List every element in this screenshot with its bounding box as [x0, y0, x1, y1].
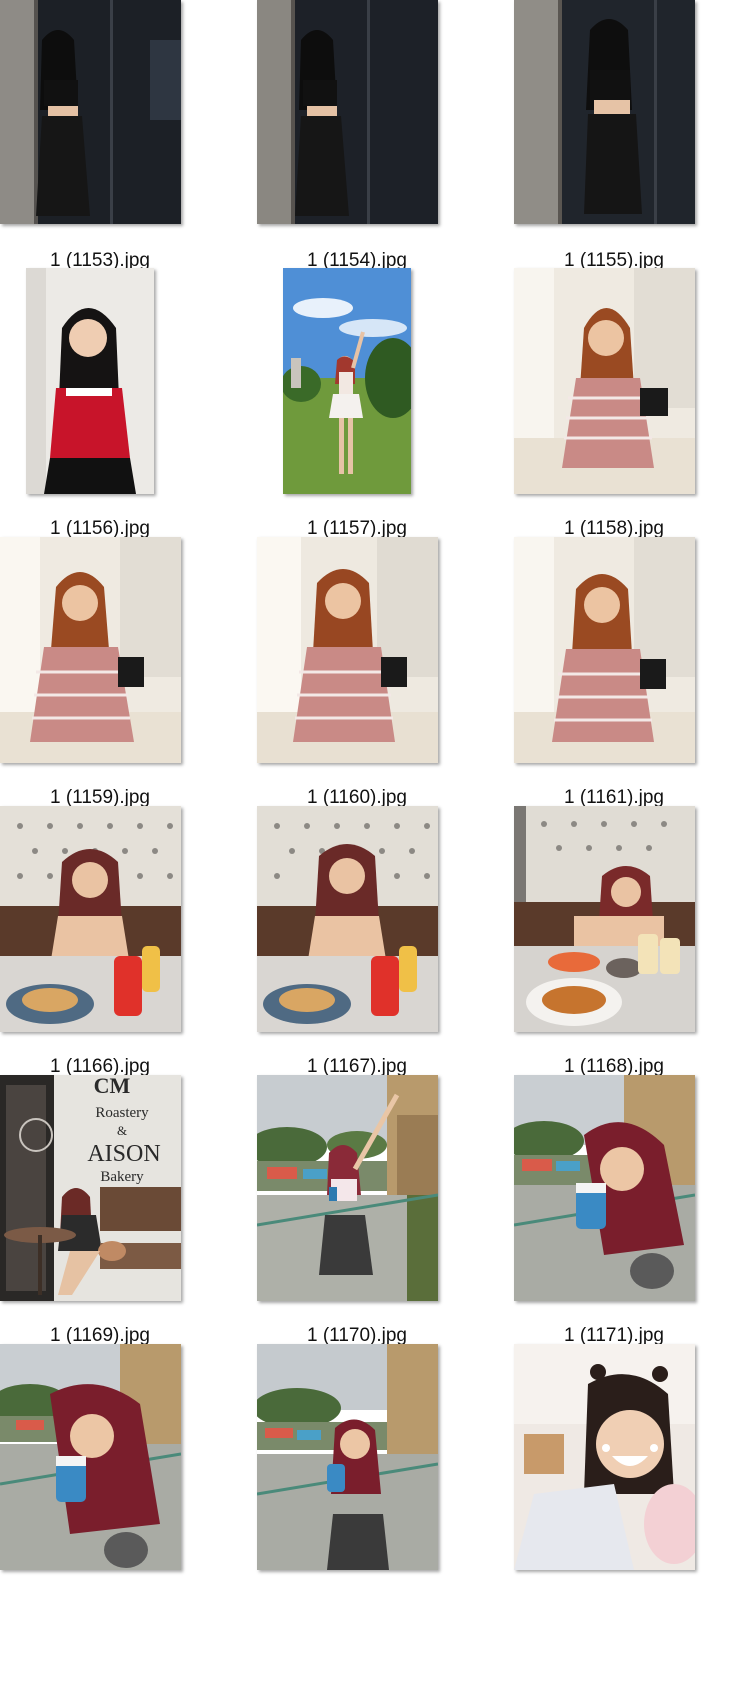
- image-thumbnail[interactable]: [514, 1075, 695, 1301]
- file-grid: 1 (1153).jpg 1 (1154).jpg 1 (1155).jpg 1…: [0, 0, 751, 1688]
- file-item[interactable]: [514, 1344, 745, 1634]
- file-item[interactable]: 1 (1156).jpg: [0, 268, 231, 558]
- file-item[interactable]: 1 (1168).jpg: [514, 806, 745, 1096]
- sign-line: AISON: [87, 1141, 160, 1167]
- file-item[interactable]: [0, 1344, 231, 1634]
- file-item[interactable]: 1 (1153).jpg: [0, 0, 231, 290]
- file-item[interactable]: 1 (1161).jpg: [514, 537, 745, 827]
- image-thumbnail[interactable]: [514, 0, 695, 224]
- image-thumbnail[interactable]: [514, 806, 695, 1032]
- sign-line: CM: [94, 1075, 131, 1098]
- image-thumbnail[interactable]: [26, 268, 154, 494]
- sign-line: &: [117, 1123, 127, 1138]
- image-thumbnail[interactable]: [0, 1344, 181, 1570]
- file-item[interactable]: 1 (1171).jpg: [514, 1075, 745, 1365]
- file-item[interactable]: 1 (1167).jpg: [257, 806, 488, 1096]
- file-item[interactable]: 1 (1166).jpg: [0, 806, 231, 1096]
- image-thumbnail[interactable]: [514, 537, 695, 763]
- file-item[interactable]: [257, 1344, 488, 1634]
- image-thumbnail[interactable]: [514, 268, 695, 494]
- file-item[interactable]: 1 (1160).jpg: [257, 537, 488, 827]
- image-thumbnail[interactable]: [283, 268, 411, 494]
- image-thumbnail[interactable]: [0, 0, 181, 224]
- image-thumbnail[interactable]: [0, 537, 181, 763]
- file-item[interactable]: 1 (1170).jpg: [257, 1075, 488, 1365]
- file-item[interactable]: 1 (1159).jpg: [0, 537, 231, 827]
- image-thumbnail[interactable]: [257, 806, 438, 1032]
- file-item[interactable]: 1 (1158).jpg: [514, 268, 745, 558]
- image-thumbnail[interactable]: CM Roastery & AISON Bakery: [0, 1075, 181, 1301]
- image-thumbnail[interactable]: [257, 1344, 438, 1570]
- image-thumbnail[interactable]: [257, 0, 438, 224]
- file-item[interactable]: 1 (1154).jpg: [257, 0, 488, 290]
- sign-line: Roastery: [95, 1105, 149, 1121]
- image-thumbnail[interactable]: [257, 537, 438, 763]
- file-item[interactable]: 1 (1155).jpg: [514, 0, 745, 290]
- sign-line: Bakery: [100, 1169, 144, 1185]
- file-item[interactable]: 1 (1157).jpg: [257, 268, 488, 558]
- image-thumbnail[interactable]: [257, 1075, 438, 1301]
- file-item[interactable]: CM Roastery & AISON Bakery 1 (1169).jpg: [0, 1075, 231, 1365]
- image-thumbnail[interactable]: [514, 1344, 695, 1570]
- image-thumbnail[interactable]: [0, 806, 181, 1032]
